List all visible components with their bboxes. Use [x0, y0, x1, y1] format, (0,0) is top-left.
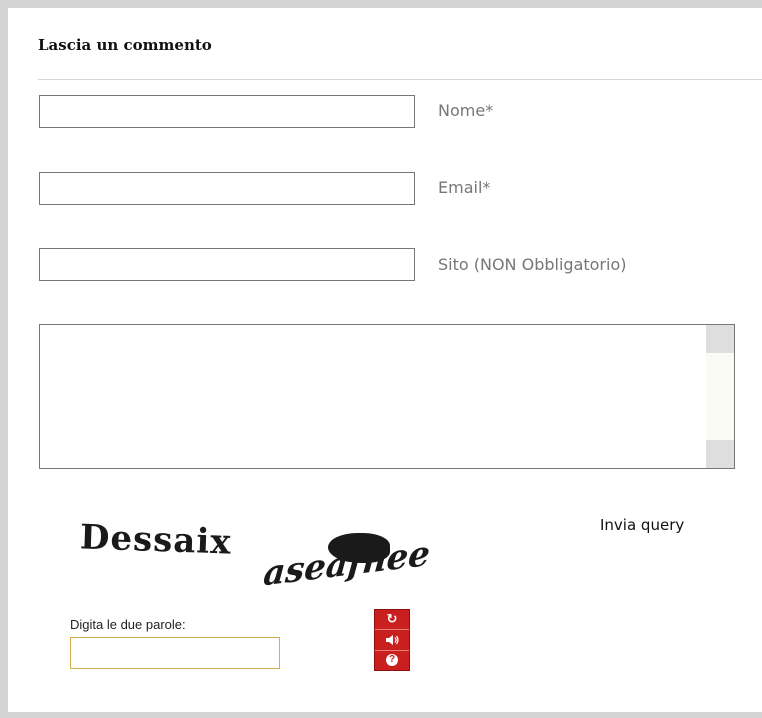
name-input[interactable]: [39, 95, 415, 128]
help-icon[interactable]: ?: [375, 651, 409, 670]
comment-panel: Lascia un commento Nome* Email* Sito (NO…: [8, 8, 762, 712]
captcha-input[interactable]: [70, 637, 280, 669]
email-label: Email*: [438, 178, 491, 197]
submit-button[interactable]: Invia query: [600, 516, 684, 534]
refresh-icon[interactable]: ↻: [375, 610, 409, 631]
textarea-scrollbar[interactable]: [706, 325, 734, 468]
captcha-prompt: Digita le due parole:: [70, 617, 186, 632]
captcha-controls: ↻ ?: [374, 609, 410, 671]
comment-textarea[interactable]: [39, 324, 735, 469]
captcha-word-1: Dessaix: [79, 517, 233, 563]
audio-icon[interactable]: [375, 630, 409, 651]
website-input[interactable]: [39, 248, 415, 281]
scroll-down-button[interactable]: [706, 440, 734, 468]
scroll-up-button[interactable]: [706, 325, 734, 353]
divider: [38, 79, 762, 80]
name-label: Nome*: [438, 101, 494, 120]
email-input[interactable]: [39, 172, 415, 205]
section-heading: Lascia un commento: [38, 36, 212, 54]
website-label: Sito (NON Obbligatorio): [438, 255, 627, 274]
